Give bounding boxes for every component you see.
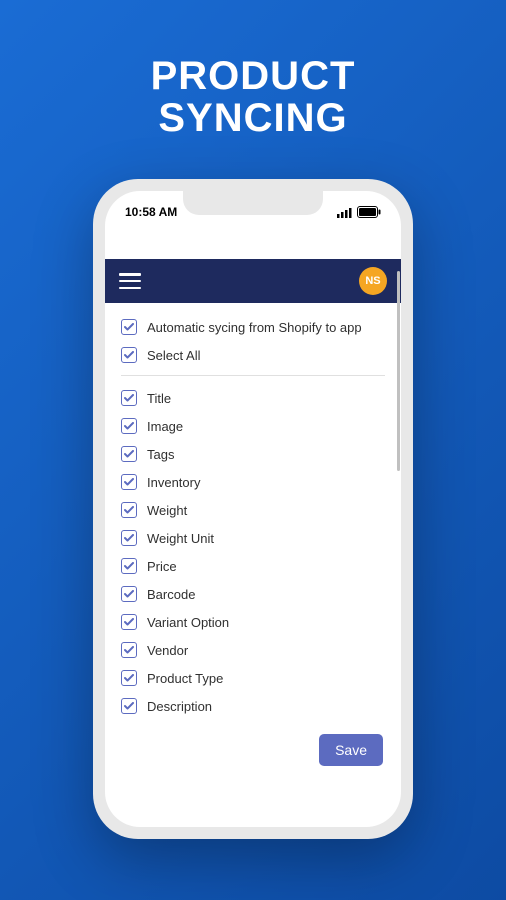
scroll-indicator[interactable] <box>397 271 400 471</box>
field-checkbox[interactable] <box>121 698 137 714</box>
menu-icon[interactable] <box>119 273 141 289</box>
hero-line2: SYNCING <box>151 97 356 139</box>
field-row: Weight <box>121 496 385 524</box>
auto-sync-row: Automatic sycing from Shopify to app <box>121 313 385 341</box>
save-button[interactable]: Save <box>319 734 383 766</box>
field-label: Price <box>147 559 177 574</box>
phone-frame: 10:58 AM NS Auto <box>93 179 413 839</box>
battery-icon <box>357 206 381 218</box>
field-checkbox[interactable] <box>121 446 137 462</box>
field-checkbox[interactable] <box>121 390 137 406</box>
field-row: Tags <box>121 440 385 468</box>
avatar[interactable]: NS <box>359 267 387 295</box>
field-label: Description <box>147 699 212 714</box>
auto-sync-checkbox[interactable] <box>121 319 137 335</box>
field-label: Weight Unit <box>147 531 214 546</box>
field-checkbox[interactable] <box>121 502 137 518</box>
field-label: Variant Option <box>147 615 229 630</box>
field-row: Variant Option <box>121 608 385 636</box>
select-all-checkbox[interactable] <box>121 347 137 363</box>
field-row: Barcode <box>121 580 385 608</box>
field-label: Image <box>147 419 183 434</box>
field-checkbox[interactable] <box>121 474 137 490</box>
field-label: Inventory <box>147 475 200 490</box>
field-checkbox[interactable] <box>121 586 137 602</box>
fields-list: Title Image Tags Inventory Weight Weight Unit… <box>121 384 385 720</box>
field-row: Price <box>121 552 385 580</box>
field-label: Weight <box>147 503 187 518</box>
divider <box>121 375 385 376</box>
field-row: Vendor <box>121 636 385 664</box>
content-area: Automatic sycing from Shopify to app Sel… <box>105 303 401 827</box>
app-header: NS <box>105 259 401 303</box>
field-checkbox[interactable] <box>121 418 137 434</box>
phone-screen: 10:58 AM NS Auto <box>105 191 401 827</box>
avatar-initials: NS <box>365 275 380 287</box>
field-checkbox[interactable] <box>121 642 137 658</box>
field-label: Barcode <box>147 587 195 602</box>
phone-notch <box>183 191 323 215</box>
hero-title: PRODUCT SYNCING <box>151 55 356 139</box>
field-label: Product Type <box>147 671 223 686</box>
field-row: Image <box>121 412 385 440</box>
hero-line1: PRODUCT <box>151 55 356 97</box>
field-row: Product Type <box>121 664 385 692</box>
signal-icon <box>337 207 353 218</box>
field-checkbox[interactable] <box>121 614 137 630</box>
field-row: Inventory <box>121 468 385 496</box>
field-label: Tags <box>147 447 174 462</box>
status-right <box>337 206 381 218</box>
field-row: Weight Unit <box>121 524 385 552</box>
field-row: Title <box>121 384 385 412</box>
save-row: Save <box>121 720 385 766</box>
status-time: 10:58 AM <box>125 205 177 219</box>
field-label: Vendor <box>147 643 188 658</box>
field-checkbox[interactable] <box>121 530 137 546</box>
field-checkbox[interactable] <box>121 558 137 574</box>
select-all-row: Select All <box>121 341 385 369</box>
field-checkbox[interactable] <box>121 670 137 686</box>
field-row: Description <box>121 692 385 720</box>
field-label: Title <box>147 391 171 406</box>
auto-sync-label: Automatic sycing from Shopify to app <box>147 320 362 335</box>
select-all-label: Select All <box>147 348 200 363</box>
